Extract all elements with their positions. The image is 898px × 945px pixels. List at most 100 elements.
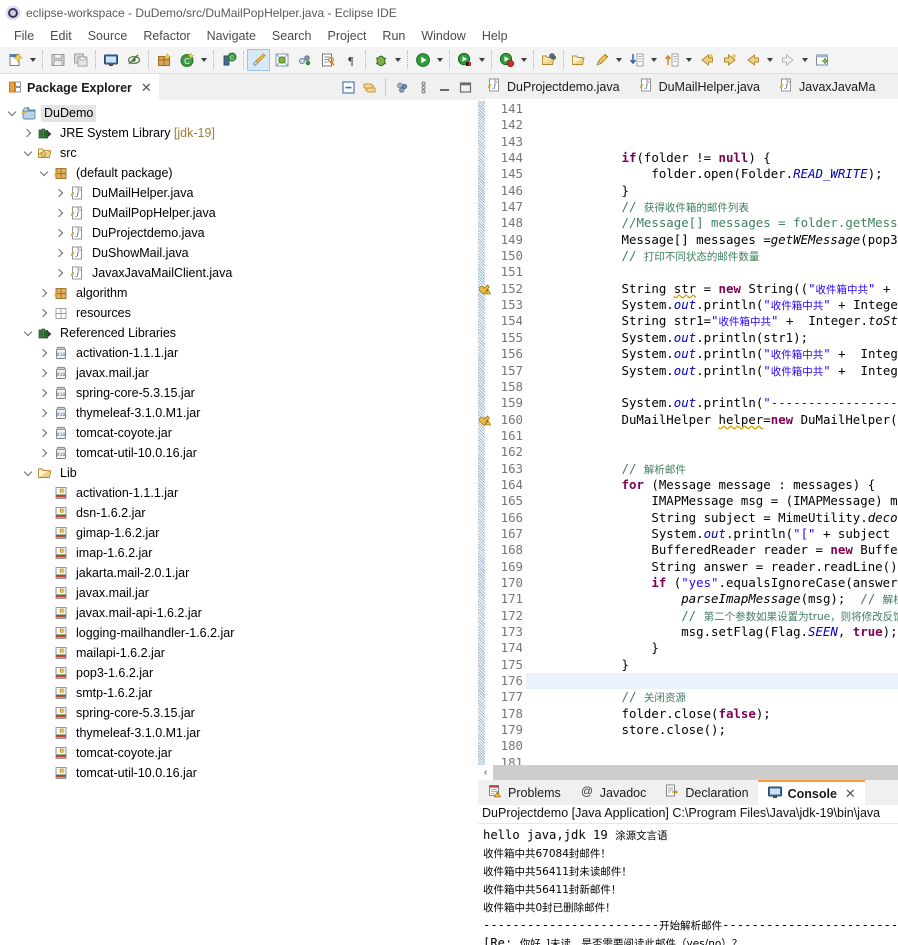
console-tab-console[interactable]: Console✕ <box>758 780 865 805</box>
new-java-package-icon[interactable] <box>152 49 175 71</box>
chevron-right-icon[interactable] <box>36 450 52 456</box>
save-all-icon[interactable] <box>69 49 92 71</box>
warning-marker-icon[interactable]: ! <box>479 413 492 426</box>
tree-item-src[interactable]: src <box>0 143 478 163</box>
chevron-down-icon[interactable] <box>20 472 36 475</box>
minimize-view-icon[interactable] <box>435 78 453 96</box>
code-line[interactable]: if(folder != null) { <box>526 150 898 166</box>
console-output[interactable]: hello java,jdk 19 涂源文言语收件箱中共67084封邮件！收件箱… <box>478 824 898 945</box>
tree-item-javax-mail-jar[interactable]: javax.mail.jar <box>0 583 478 603</box>
menu-edit[interactable]: Edit <box>42 27 80 45</box>
code-line[interactable]: DuMailHelper helper=new DuMailHelper(); <box>526 412 898 428</box>
profile-dropdown-arrow[interactable] <box>518 49 530 71</box>
collapse-all-icon[interactable] <box>339 78 357 96</box>
close-icon[interactable]: ✕ <box>141 80 152 96</box>
tree-item-logging-mailhandler-1-6-2-jar[interactable]: logging-mailhandler-1.6.2.jar <box>0 623 478 643</box>
code-line[interactable]: // 第二个参数如果设置为true，则将修改反馈给服务 <box>526 608 898 624</box>
tree-item-dsn-1-6-2-jar[interactable]: dsn-1.6.2.jar <box>0 503 478 523</box>
chevron-right-icon[interactable] <box>52 190 68 196</box>
chevron-right-icon[interactable] <box>36 430 52 436</box>
menu-file[interactable]: File <box>6 27 42 45</box>
maximize-view-icon[interactable] <box>456 78 474 96</box>
code-line[interactable]: System.out.println("收件箱中共" + Integer.t <box>526 346 898 362</box>
skip-all-breakpoints-icon[interactable] <box>247 49 270 71</box>
tree-item-smtp-1-6-2-jar[interactable]: smtp-1.6.2.jar <box>0 683 478 703</box>
new-dropdown-arrow[interactable] <box>27 49 39 71</box>
code-line[interactable]: System.out.println("收件箱中共" + Integer.to <box>526 297 898 313</box>
next-annotation-icon[interactable] <box>625 49 648 71</box>
chevron-right-icon[interactable] <box>36 310 52 316</box>
tree-item-algorithm[interactable]: algorithm <box>0 283 478 303</box>
tree-item-activation-1-1-1-jar[interactable]: 010activation-1.1.1.jar <box>0 343 478 363</box>
tree-item-referenced-libraries[interactable]: Referenced Libraries <box>0 323 478 343</box>
editor-tab-javaxjavama[interactable]: JJavaxJavaMa <box>770 74 885 99</box>
build-icon[interactable] <box>270 49 293 71</box>
code-line[interactable] <box>526 134 898 150</box>
tree-item-jakarta-mail-2-0-1-jar[interactable]: jakarta.mail-2.0.1.jar <box>0 563 478 583</box>
link-with-editor-icon[interactable] <box>360 78 378 96</box>
run-icon[interactable] <box>411 49 434 71</box>
java-editor[interactable]: !! 1411421431441451461471481491501511521… <box>478 99 898 765</box>
save-icon[interactable] <box>46 49 69 71</box>
menu-navigate[interactable]: Navigate <box>199 27 264 45</box>
new-java-class-icon[interactable]: C <box>175 49 198 71</box>
code-content[interactable]: if(folder != null) { folder.open(Folder.… <box>526 99 898 765</box>
tree-item-dumailhelper-java[interactable]: JDuMailHelper.java <box>0 183 478 203</box>
tree-item-spring-core-5-3-15-jar[interactable]: 010spring-core-5.3.15.jar <box>0 383 478 403</box>
chevron-right-icon[interactable] <box>52 250 68 256</box>
tree-item-tomcat-util-10-0-16-jar[interactable]: 010tomcat-util-10.0.16.jar <box>0 443 478 463</box>
external-tools-icon[interactable] <box>293 49 316 71</box>
tree-item-dumailpophelper-java[interactable]: JDuMailPopHelper.java <box>0 203 478 223</box>
chevron-right-icon[interactable] <box>52 270 68 276</box>
paragraph-icon[interactable]: ¶ <box>339 49 362 71</box>
editor-tab-duprojectdemo-java[interactable]: JDuProjectdemo.java <box>478 74 630 99</box>
debug-dropdown-arrow[interactable] <box>392 49 404 71</box>
annotation-dropdown-arrow[interactable] <box>613 49 625 71</box>
chevron-right-icon[interactable] <box>36 410 52 416</box>
tree-item-lib[interactable]: Lib <box>0 463 478 483</box>
view-kebab-icon[interactable] <box>414 78 432 96</box>
tree-item-imap-1-6-2-jar[interactable]: imap-1.6.2.jar <box>0 543 478 563</box>
tree-item-mailapi-1-6-2-jar[interactable]: mailapi-1.6.2.jar <box>0 643 478 663</box>
code-line[interactable] <box>526 117 898 133</box>
code-line[interactable]: if ("yes".equalsIgnoreCase(answer)) { <box>526 575 898 591</box>
tree-item-spring-core-5-3-15-jar[interactable]: spring-core-5.3.15.jar <box>0 703 478 723</box>
tree-item-javax-mail-api-1-6-2-jar[interactable]: javax.mail-api-1.6.2.jar <box>0 603 478 623</box>
scroll-track[interactable] <box>493 765 898 780</box>
chevron-right-icon[interactable] <box>52 230 68 236</box>
profile-icon[interactable] <box>495 49 518 71</box>
chevron-down-icon[interactable] <box>36 172 52 175</box>
code-line[interactable]: System.out.println("[" + subject + "] <box>526 526 898 542</box>
code-line[interactable]: folder.open(Folder.READ_WRITE); <box>526 166 898 182</box>
chevron-right-icon[interactable] <box>36 350 52 356</box>
print-icon[interactable] <box>99 49 122 71</box>
code-line[interactable]: System.out.println("--------------------… <box>526 395 898 411</box>
menu-window[interactable]: Window <box>413 27 473 45</box>
tree-item-tomcat-util-10-0-16-jar[interactable]: tomcat-util-10.0.16.jar <box>0 763 478 783</box>
code-line[interactable] <box>526 444 898 460</box>
code-line[interactable]: store.close(); <box>526 722 898 738</box>
tree-item-thymeleaf-3-1-0-m1-jar[interactable]: thymeleaf-3.1.0.M1.jar <box>0 723 478 743</box>
tree-item-dudemo[interactable]: DuDemo <box>0 103 478 123</box>
warning-marker-icon[interactable]: ! <box>479 282 492 295</box>
code-line[interactable]: String str1="收件箱中共" + Integer.toString <box>526 313 898 329</box>
coverage-icon[interactable] <box>453 49 476 71</box>
editor-tab-dumailhelper-java[interactable]: JDuMailHelper.java <box>630 74 770 99</box>
run-dropdown-arrow[interactable] <box>434 49 446 71</box>
chevron-right-icon[interactable] <box>36 370 52 376</box>
project-tree[interactable]: DuDemoJRE System Library [jdk-19]src(def… <box>0 100 478 945</box>
menu-search[interactable]: Search <box>264 27 320 45</box>
menu-run[interactable]: Run <box>374 27 413 45</box>
tree-item-javax-mail-jar[interactable]: 010javax.mail.jar <box>0 363 478 383</box>
debug-icon[interactable] <box>369 49 392 71</box>
back-icon[interactable] <box>695 49 718 71</box>
console-tab-problems[interactable]: !Problems <box>478 780 570 805</box>
previous-annotation-icon[interactable] <box>660 49 683 71</box>
tree-item-thymeleaf-3-1-0-m1-jar[interactable]: 010thymeleaf-3.1.0.M1.jar <box>0 403 478 423</box>
tree-item-default-package[interactable]: (default package) <box>0 163 478 183</box>
close-icon[interactable]: ✕ <box>845 786 856 802</box>
tab-package-explorer[interactable]: Package Explorer ✕ <box>0 74 159 100</box>
back-history-icon[interactable] <box>741 49 764 71</box>
editor-annotation-gutter[interactable]: !! <box>478 99 493 765</box>
code-line[interactable]: // 关闭资源 <box>526 689 898 705</box>
